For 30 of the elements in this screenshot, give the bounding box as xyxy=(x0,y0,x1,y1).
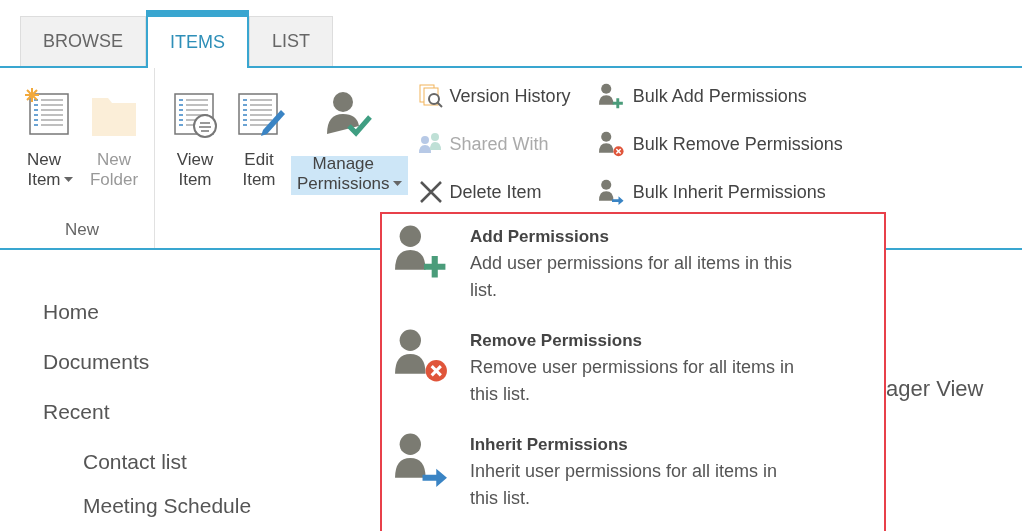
nav-link[interactable]: Documents xyxy=(43,350,380,374)
ribbon-button[interactable]: Edit Item xyxy=(227,68,291,192)
nav-link[interactable]: Recent xyxy=(43,400,380,424)
menu-item-description: Inherit user permissions for all items in this list. xyxy=(470,459,779,510)
menu-item[interactable]: Inherit Permissions Inherit user permissions for all items in this list. xyxy=(392,432,854,531)
menu-item-title: Remove Permissions xyxy=(470,330,643,352)
menu-item-title: Add Permissions xyxy=(470,226,610,248)
ribbon-button[interactable]: Version History xyxy=(413,72,575,120)
ribbon-button[interactable]: Delete Item xyxy=(413,168,575,216)
nav-link[interactable]: Home xyxy=(43,300,380,324)
menu-item-title: Inherit Permissions xyxy=(470,434,629,456)
ribbon-button[interactable]: Bulk Inherit Permissions xyxy=(592,168,847,216)
menu-item-description: Add user permissions for all items in this list. xyxy=(470,251,794,302)
ribbon-tab[interactable]: ITEMS xyxy=(146,10,250,68)
ribbon-tab[interactable]: LIST xyxy=(249,16,334,66)
delete-icon xyxy=(417,179,444,205)
person-arrow-icon xyxy=(392,432,450,490)
ribbon-tab[interactable]: BROWSE xyxy=(20,16,146,66)
nav-link[interactable]: Contact list xyxy=(83,450,380,474)
menu-item-description: Remove user permissions for all items in this list. xyxy=(470,355,796,406)
version-history-icon xyxy=(417,83,444,109)
nav-link[interactable]: Meeting Schedule xyxy=(83,494,380,518)
menu-item[interactable]: Remove Permissions Remove user permissions for all items in this list. xyxy=(392,328,854,432)
ribbon-button[interactable]: New Item xyxy=(18,68,82,192)
ribbon-button[interactable]: View Item xyxy=(163,68,227,192)
page-heading: ager View xyxy=(886,375,984,403)
ribbon-button[interactable]: Bulk Add Permissions xyxy=(592,72,847,120)
group-label: New xyxy=(64,218,100,241)
ribbon-button[interactable]: Bulk Remove Permissions xyxy=(592,120,847,168)
menu-item[interactable]: Add Permissions Add user permissions for all items in this list. xyxy=(392,224,854,328)
